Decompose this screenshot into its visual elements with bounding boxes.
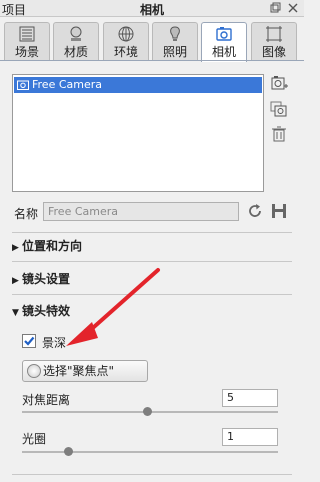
tab-divider <box>0 60 304 61</box>
focus-distance-label: 对焦距离 <box>22 393 71 407</box>
tab-image[interactable]: 图像 <box>251 22 297 61</box>
add-camera-icon <box>271 76 288 90</box>
panel-titlebar: 项目 相机 <box>0 0 304 17</box>
section-divider <box>12 261 292 262</box>
delete-camera-button[interactable] <box>270 125 288 143</box>
dof-checkbox[interactable] <box>22 334 36 348</box>
restore-icon[interactable] <box>269 2 281 14</box>
lighting-icon <box>170 26 180 41</box>
delete-icon <box>272 126 286 142</box>
camera-list[interactable]: Free Camera <box>12 74 264 192</box>
tab-scene[interactable]: 场景 <box>4 22 50 61</box>
name-label: 名称 <box>14 207 39 221</box>
environment-icon <box>118 26 134 42</box>
section-position[interactable]: ▶ 位置和方向 <box>12 237 82 254</box>
focus-distance-slider-thumb[interactable] <box>142 407 152 416</box>
button-label: 选择"聚焦点" <box>43 364 115 378</box>
image-icon <box>266 26 282 42</box>
section-title: 位置和方向 <box>22 239 83 253</box>
camera-icon <box>216 27 232 41</box>
aperture-input[interactable]: 1 <box>222 428 278 446</box>
collapse-arrow-icon: ▼ <box>12 308 19 318</box>
focus-distance-input[interactable]: 5 <box>222 389 278 407</box>
tab-label: 相机 <box>211 45 236 59</box>
panel-title: 相机 <box>139 3 164 17</box>
section-divider <box>12 294 292 295</box>
aperture-slider[interactable] <box>22 451 278 453</box>
section-title: 镜头设置 <box>22 272 71 286</box>
tab-label: 材质 <box>63 45 88 59</box>
duplicate-camera-button[interactable] <box>270 100 288 118</box>
tab-label: 环境 <box>113 45 138 59</box>
checkmark-icon <box>24 336 35 346</box>
add-camera-button[interactable] <box>270 74 288 92</box>
list-item-label: Free Camera <box>32 78 103 91</box>
expand-arrow-icon: ▶ <box>12 276 19 286</box>
tab-label: 场景 <box>14 45 39 59</box>
section-title: 镜头特效 <box>22 304 71 318</box>
scene-icon <box>19 26 35 42</box>
material-icon <box>70 26 82 41</box>
refresh-icon <box>249 204 261 217</box>
tab-label: 图像 <box>261 45 286 59</box>
duplicate-camera-icon <box>270 101 287 117</box>
expand-arrow-icon: ▶ <box>12 243 19 253</box>
tab-lighting[interactable]: 照明 <box>152 22 198 61</box>
section-lens-effects[interactable]: ▼ 镜头特效 <box>12 302 70 319</box>
reset-button[interactable] <box>246 202 264 220</box>
target-icon <box>27 364 41 378</box>
tab-material[interactable]: 材质 <box>53 22 99 61</box>
section-lens[interactable]: ▶ 镜头设置 <box>12 270 70 287</box>
save-button[interactable] <box>270 202 288 220</box>
list-item-free-camera[interactable]: Free Camera <box>14 77 262 93</box>
save-icon <box>272 204 286 218</box>
tab-bar: 场景 材质 环境 照明 相机 图像 <box>4 22 302 62</box>
aperture-slider-thumb[interactable] <box>63 447 73 456</box>
camera-icon <box>17 80 29 90</box>
aperture-label: 光圈 <box>22 432 47 446</box>
tab-camera[interactable]: 相机 <box>201 22 247 62</box>
section-divider <box>12 232 292 233</box>
close-icon[interactable] <box>287 2 299 14</box>
dof-label: 景深 <box>42 336 67 350</box>
section-divider <box>12 474 292 475</box>
pick-focus-point-button[interactable]: 选择"聚焦点" <box>22 360 148 382</box>
tab-environment[interactable]: 环境 <box>103 22 149 61</box>
tab-label: 照明 <box>162 45 187 59</box>
camera-name-field[interactable]: Free Camera <box>43 202 239 221</box>
